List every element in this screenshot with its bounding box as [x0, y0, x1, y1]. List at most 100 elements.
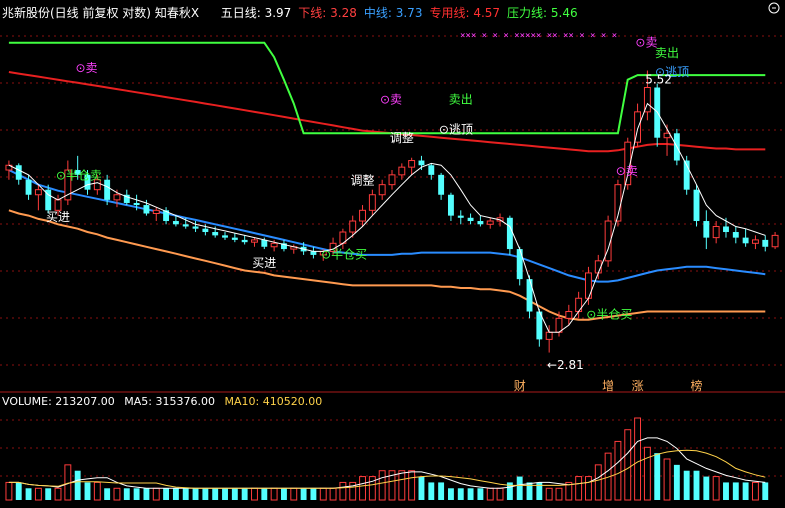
volume-bar-down — [241, 488, 248, 500]
volume-bar-up — [152, 487, 160, 501]
volume-bar-down — [428, 482, 435, 500]
volume-bar-down — [45, 488, 52, 500]
candle-body-up — [565, 311, 573, 319]
candle-body-up — [34, 189, 42, 196]
candle-body-down — [762, 239, 769, 247]
chart-annotation: ⊙半仓卖 — [56, 169, 102, 183]
volume-bar-up — [486, 487, 494, 501]
volume-bar-down — [732, 482, 739, 500]
volume-bar-down — [104, 488, 111, 500]
candle-body-down — [467, 217, 474, 222]
volume-bar-up — [54, 487, 62, 501]
volume-bar-down — [123, 488, 130, 500]
volume-bar-down — [25, 488, 32, 500]
volume-bar-down — [231, 488, 238, 500]
candle-body-down — [516, 249, 523, 280]
volume-bar-up — [93, 481, 101, 501]
volume-bar-up — [319, 487, 327, 501]
candle-body-up — [359, 209, 366, 222]
candle-body-down — [172, 221, 179, 225]
ma10-label: MA10 — [224, 395, 256, 408]
event-label: 增 — [602, 379, 614, 393]
candle-body-up — [771, 234, 779, 248]
candle-body-down — [506, 217, 513, 250]
candle-body-up — [712, 225, 720, 239]
volume-bar-up — [270, 487, 278, 501]
volume-bar-down — [418, 476, 425, 500]
volume-bar-down — [212, 488, 219, 500]
candle-body-up — [270, 242, 278, 248]
close-icon[interactable] — [767, 2, 781, 16]
volume-bar-down — [15, 482, 22, 500]
candle-body-down — [182, 224, 189, 227]
volume-bar-down — [182, 488, 189, 500]
ma10-value: 410520.00 — [262, 395, 323, 408]
volume-bar-down — [762, 482, 769, 500]
chart-annotation: 调整 — [351, 173, 375, 188]
event-label: 涨 — [632, 378, 644, 393]
volume-bar-down — [654, 453, 661, 500]
candle-body-down — [703, 221, 710, 238]
header-item-value: 4.57 — [473, 6, 501, 20]
volume-ma5-line — [8, 437, 766, 489]
candlestick-chart[interactable]: ⊙卖⊙半仓卖买进买进⊙卖 卖出调整⊙逃顶调整⊙半仓买⊙卖⊙卖卖出⊙逃顶5.52⊙半… — [0, 0, 785, 504]
candle-body-down — [212, 232, 219, 236]
candle-body-up — [368, 194, 376, 211]
candle-body-down — [261, 239, 268, 247]
indicator-name: 知春秋X — [154, 6, 200, 20]
candle-body-up — [388, 174, 396, 186]
chart-annotation: ←2.81 — [547, 358, 584, 372]
volume-bar-down — [143, 488, 150, 500]
chart-stage[interactable]: ⊙卖 ⊙半仓卖 买进 买进 ⊙卖 卖出 调整 ⊙逃顶 调整 ⊙半仓买 ⊙卖 ⊙卖 卖出 ⊙逃顶 5.52 ⊙半… — [0, 0, 785, 504]
volume-bar-up — [359, 476, 366, 501]
top-sell-markers: ××× × × × ××××× ×× ×× × × × × — [460, 31, 617, 41]
candle-body-down — [526, 279, 533, 312]
volume-bar-down — [202, 488, 209, 500]
event-label: 榜 — [691, 378, 703, 393]
volume-bar-down — [261, 488, 268, 500]
candle-body-up — [378, 184, 386, 196]
volume-bar-down — [438, 482, 445, 500]
candle-body-up — [152, 209, 160, 214]
volume-ma10-line — [8, 449, 766, 489]
candle-body-down — [457, 215, 464, 218]
volume-bar-up — [594, 464, 602, 501]
candle-body-down — [241, 239, 248, 243]
chart-annotation: ⊙半仓买 — [321, 247, 367, 261]
candle-body-up — [113, 194, 121, 201]
volume-bar-down — [742, 482, 749, 500]
candle-body-down — [428, 165, 435, 175]
volume-bar-down — [683, 470, 690, 500]
candle-body-up — [486, 220, 494, 225]
volume-bar-up — [5, 481, 13, 501]
volume-bar-down — [172, 488, 179, 500]
header-item-label: 压力线: — [507, 6, 551, 20]
candle-body-up — [585, 272, 592, 299]
volume-bar-down — [703, 476, 710, 500]
chart-annotation: ⊙卖 — [75, 61, 97, 75]
candle-body-down — [143, 205, 150, 214]
chart-annotation: ⊙半仓买 — [586, 307, 632, 321]
candle-body-down — [447, 194, 454, 216]
candle-body-down — [104, 179, 111, 200]
volume-bar-down — [281, 488, 287, 500]
volume-bar-up — [751, 481, 759, 501]
volume-bar-down — [163, 488, 170, 500]
volume-bar-down — [84, 482, 91, 500]
volume-bar-up — [339, 481, 347, 501]
header-item-value: 3.28 — [330, 6, 357, 20]
candle-body-down — [477, 221, 484, 225]
chart-annotation: 买进 — [46, 210, 70, 224]
volume-label: VOLUME — [2, 395, 49, 408]
volume-bar-up — [251, 487, 258, 501]
candle-body-down — [192, 226, 199, 229]
volume-bar-down — [457, 488, 464, 500]
volume-bar-up — [545, 487, 553, 501]
candle-body-down — [723, 226, 729, 233]
volume-bar-down — [192, 488, 199, 500]
header-item-label: 中线: — [363, 6, 396, 20]
volume-bar-up — [378, 470, 386, 501]
volume-bar-up — [290, 487, 298, 501]
ma5-label: MA5 — [124, 395, 149, 408]
pressure-line — [8, 41, 766, 135]
